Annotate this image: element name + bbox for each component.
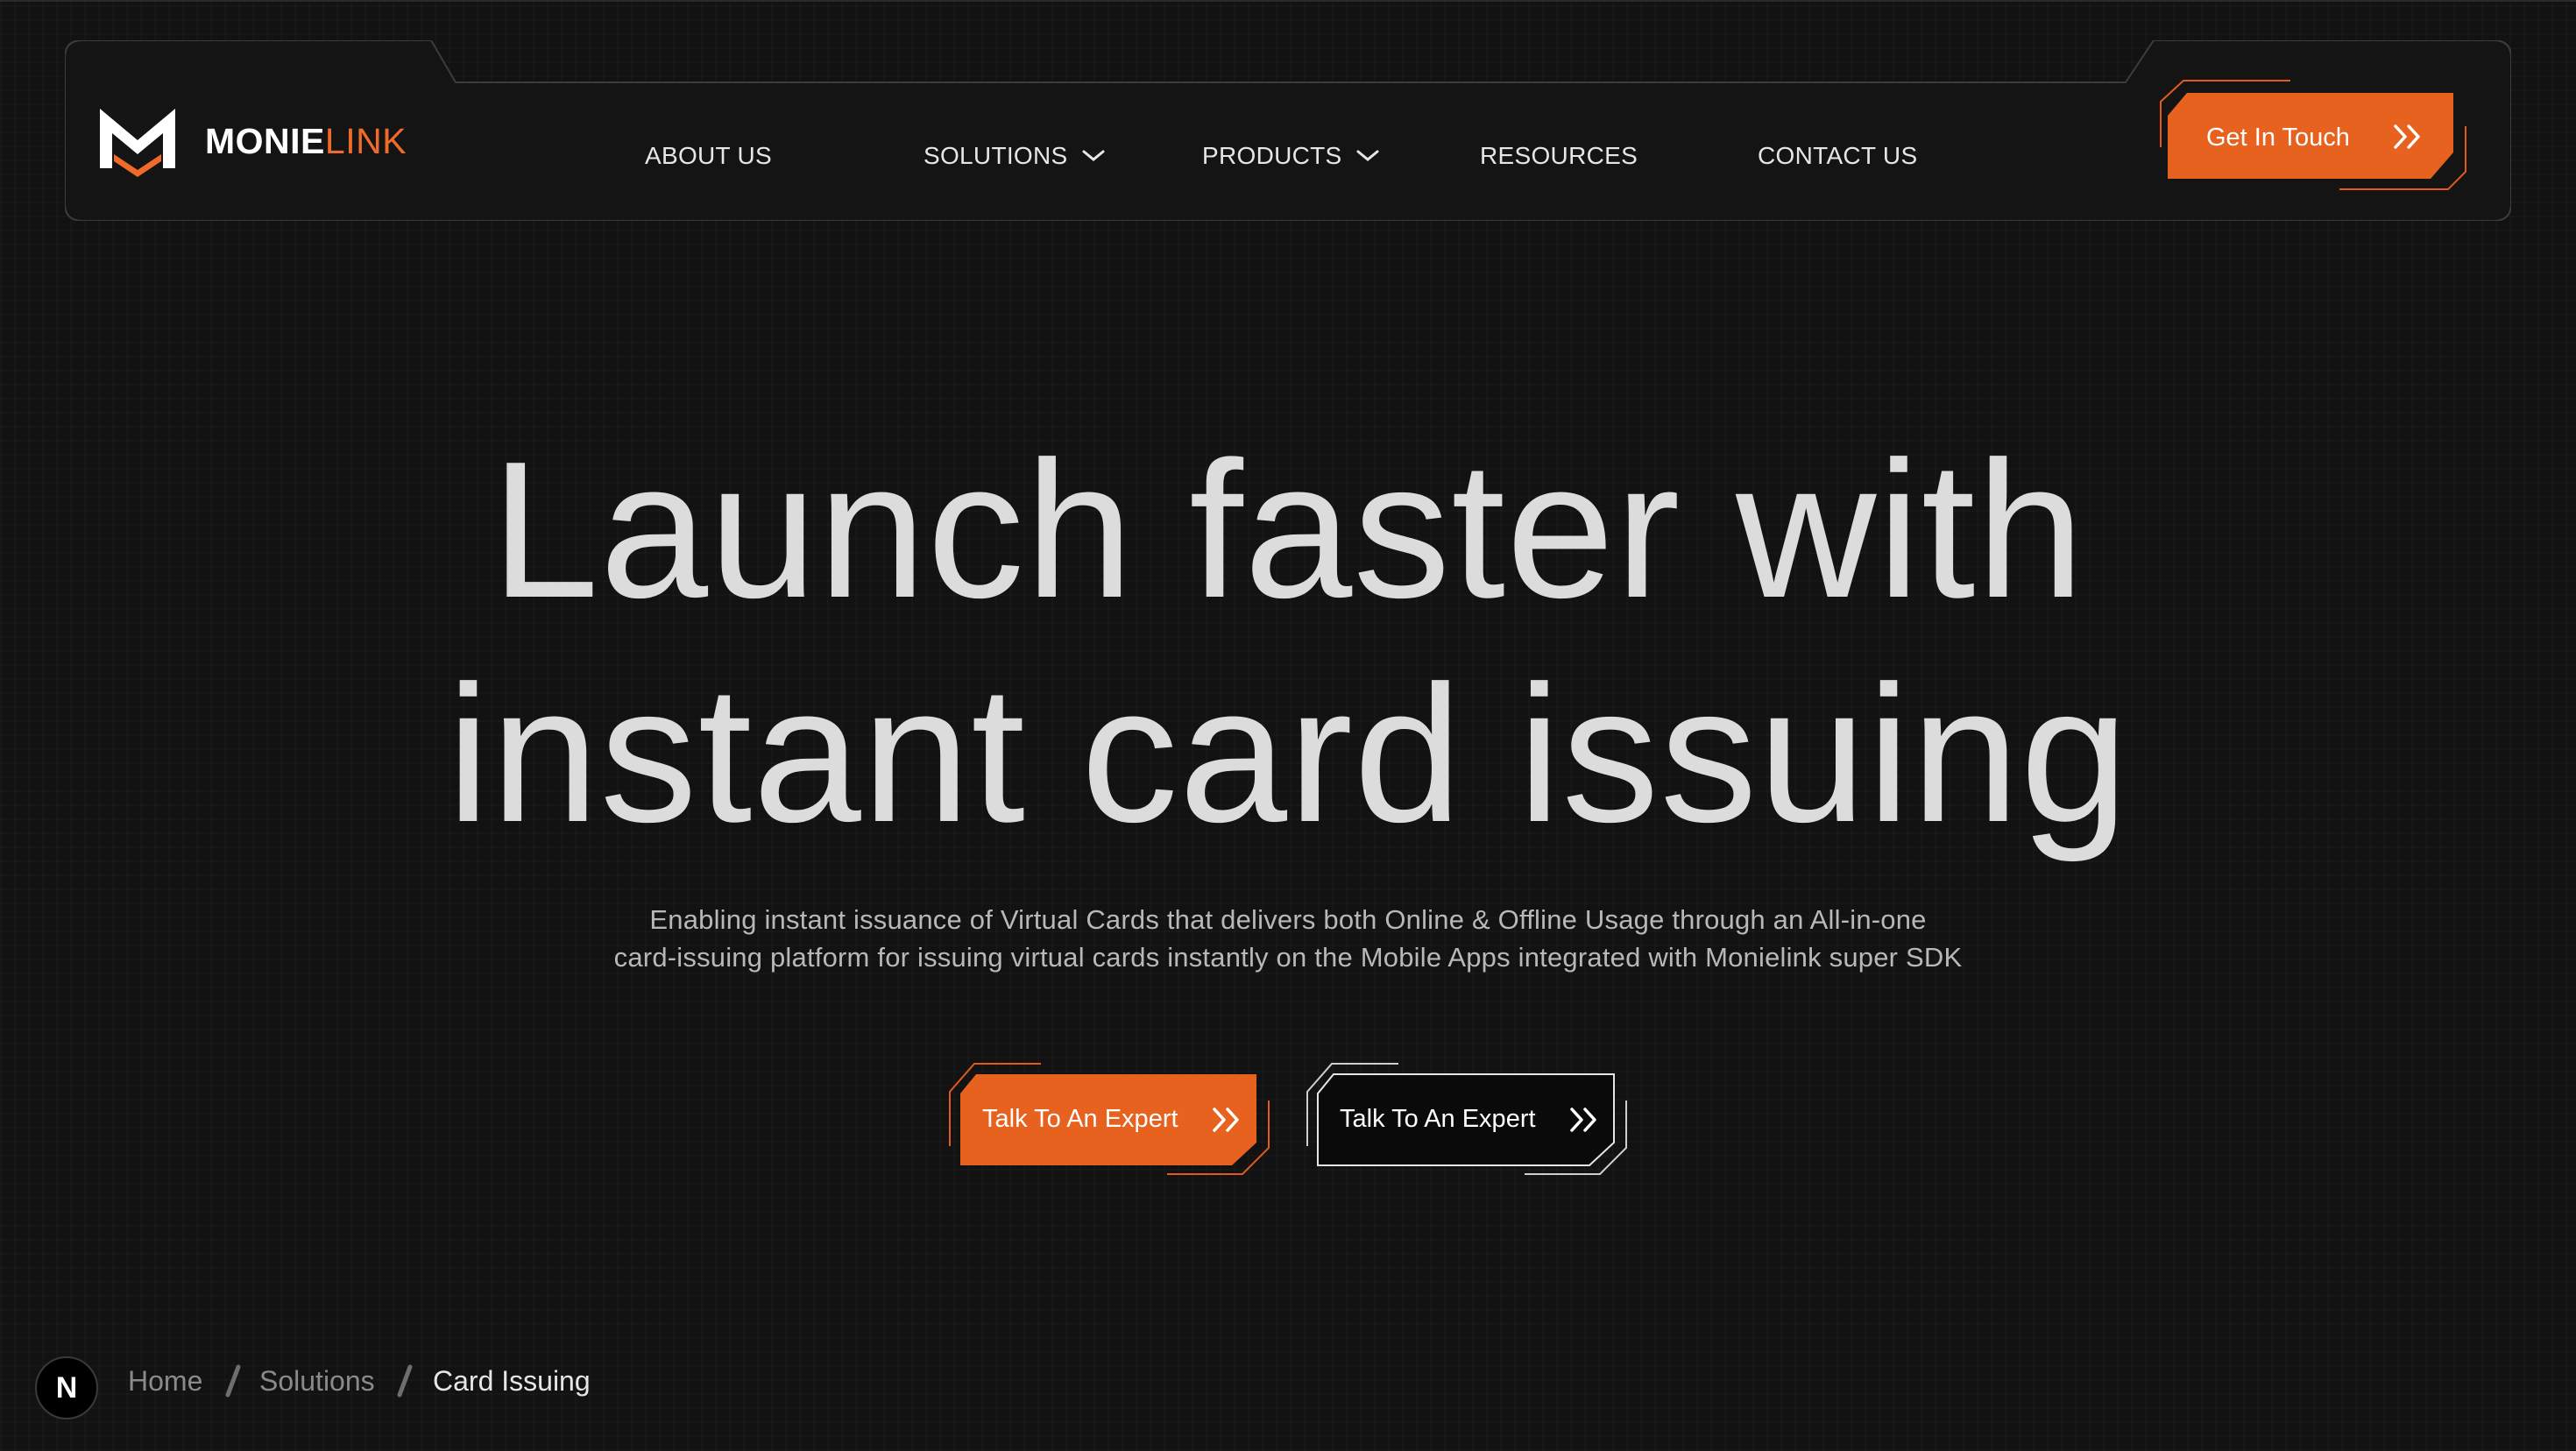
get-in-touch-button[interactable]: Get In Touch [2157, 80, 2469, 193]
breadcrumb-home[interactable]: Home [128, 1367, 202, 1395]
talk-to-expert-primary-button[interactable]: Talk To An Expert [946, 1062, 1272, 1176]
chevron-down-icon [1356, 150, 1379, 161]
nextjs-badge[interactable]: N [35, 1356, 98, 1419]
nav-about-us[interactable]: ABOUT US [645, 144, 772, 168]
breadcrumb-card-issuing: Card Issuing [433, 1365, 591, 1397]
hero-subtitle-line-2: card-issuing platform for issuing virtua… [613, 942, 1963, 973]
talk-to-expert-primary-label: Talk To An Expert [982, 1105, 1178, 1133]
double-chevron-right-icon [1570, 1108, 1596, 1132]
chevron-down-icon [1082, 150, 1105, 161]
hero-subtitle-line-1: Enabling instant issuance of Virtual Car… [649, 904, 1927, 935]
navbar-frame [65, 40, 2511, 221]
hero-title-line-2: instant card issuing [446, 646, 2130, 863]
nav-resources[interactable]: RESOURCES [1480, 144, 1638, 168]
nav-about-us-label: ABOUT US [645, 142, 773, 169]
nav-contact-us[interactable]: CONTACT US [1758, 144, 1917, 168]
nav-contact-us-label: CONTACT US [1758, 142, 1918, 169]
talk-to-expert-secondary-button[interactable]: Talk To An Expert [1304, 1062, 1630, 1176]
hero-title-line-1: Launch faster with [491, 421, 2085, 639]
breadcrumb-separator [397, 1364, 413, 1398]
navbar: MONIELINK ABOUT US SOLUTIONS PRODUCTS RE… [65, 40, 2511, 221]
get-in-touch-label: Get In Touch [2206, 124, 2350, 152]
talk-to-expert-secondary-label: Talk To An Expert [1340, 1105, 1536, 1133]
brand-logo[interactable]: MONIELINK [96, 102, 407, 180]
brand-wordmark: MONIELINK [205, 120, 407, 161]
double-chevron-right-icon [2394, 124, 2420, 149]
nav-products-label: PRODUCTS [1202, 142, 1342, 169]
nextjs-badge-letter: N [55, 1370, 78, 1405]
breadcrumb-separator [225, 1364, 241, 1398]
brand-name-bold: MONIE [205, 120, 325, 161]
double-chevron-right-icon [1213, 1108, 1239, 1132]
nav-solutions-label: SOLUTIONS [924, 142, 1068, 169]
nav-resources-label: RESOURCES [1480, 142, 1638, 169]
nav-products[interactable]: PRODUCTS [1202, 144, 1379, 168]
brand-name-light: LINK [324, 120, 407, 161]
monielink-m-logo-icon [100, 109, 175, 177]
top-border [0, 0, 2576, 2]
breadcrumb-solutions[interactable]: Solutions [259, 1367, 375, 1395]
nav-solutions[interactable]: SOLUTIONS [924, 144, 1105, 168]
